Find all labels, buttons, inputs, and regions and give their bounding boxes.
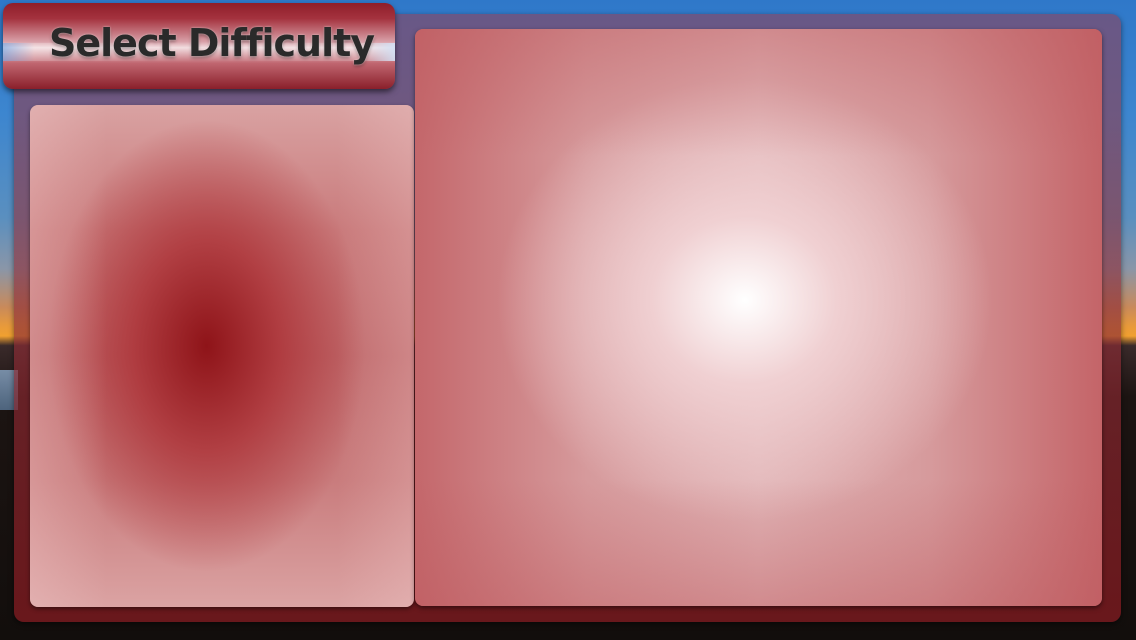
title-banner: Select Difficulty xyxy=(3,3,395,89)
difficulty-preview-pane[interactable] xyxy=(415,29,1102,606)
screen-title: Select Difficulty xyxy=(49,21,375,65)
game-screen: Select Difficulty xyxy=(0,0,1136,640)
difficulty-list-pane[interactable] xyxy=(30,105,414,607)
